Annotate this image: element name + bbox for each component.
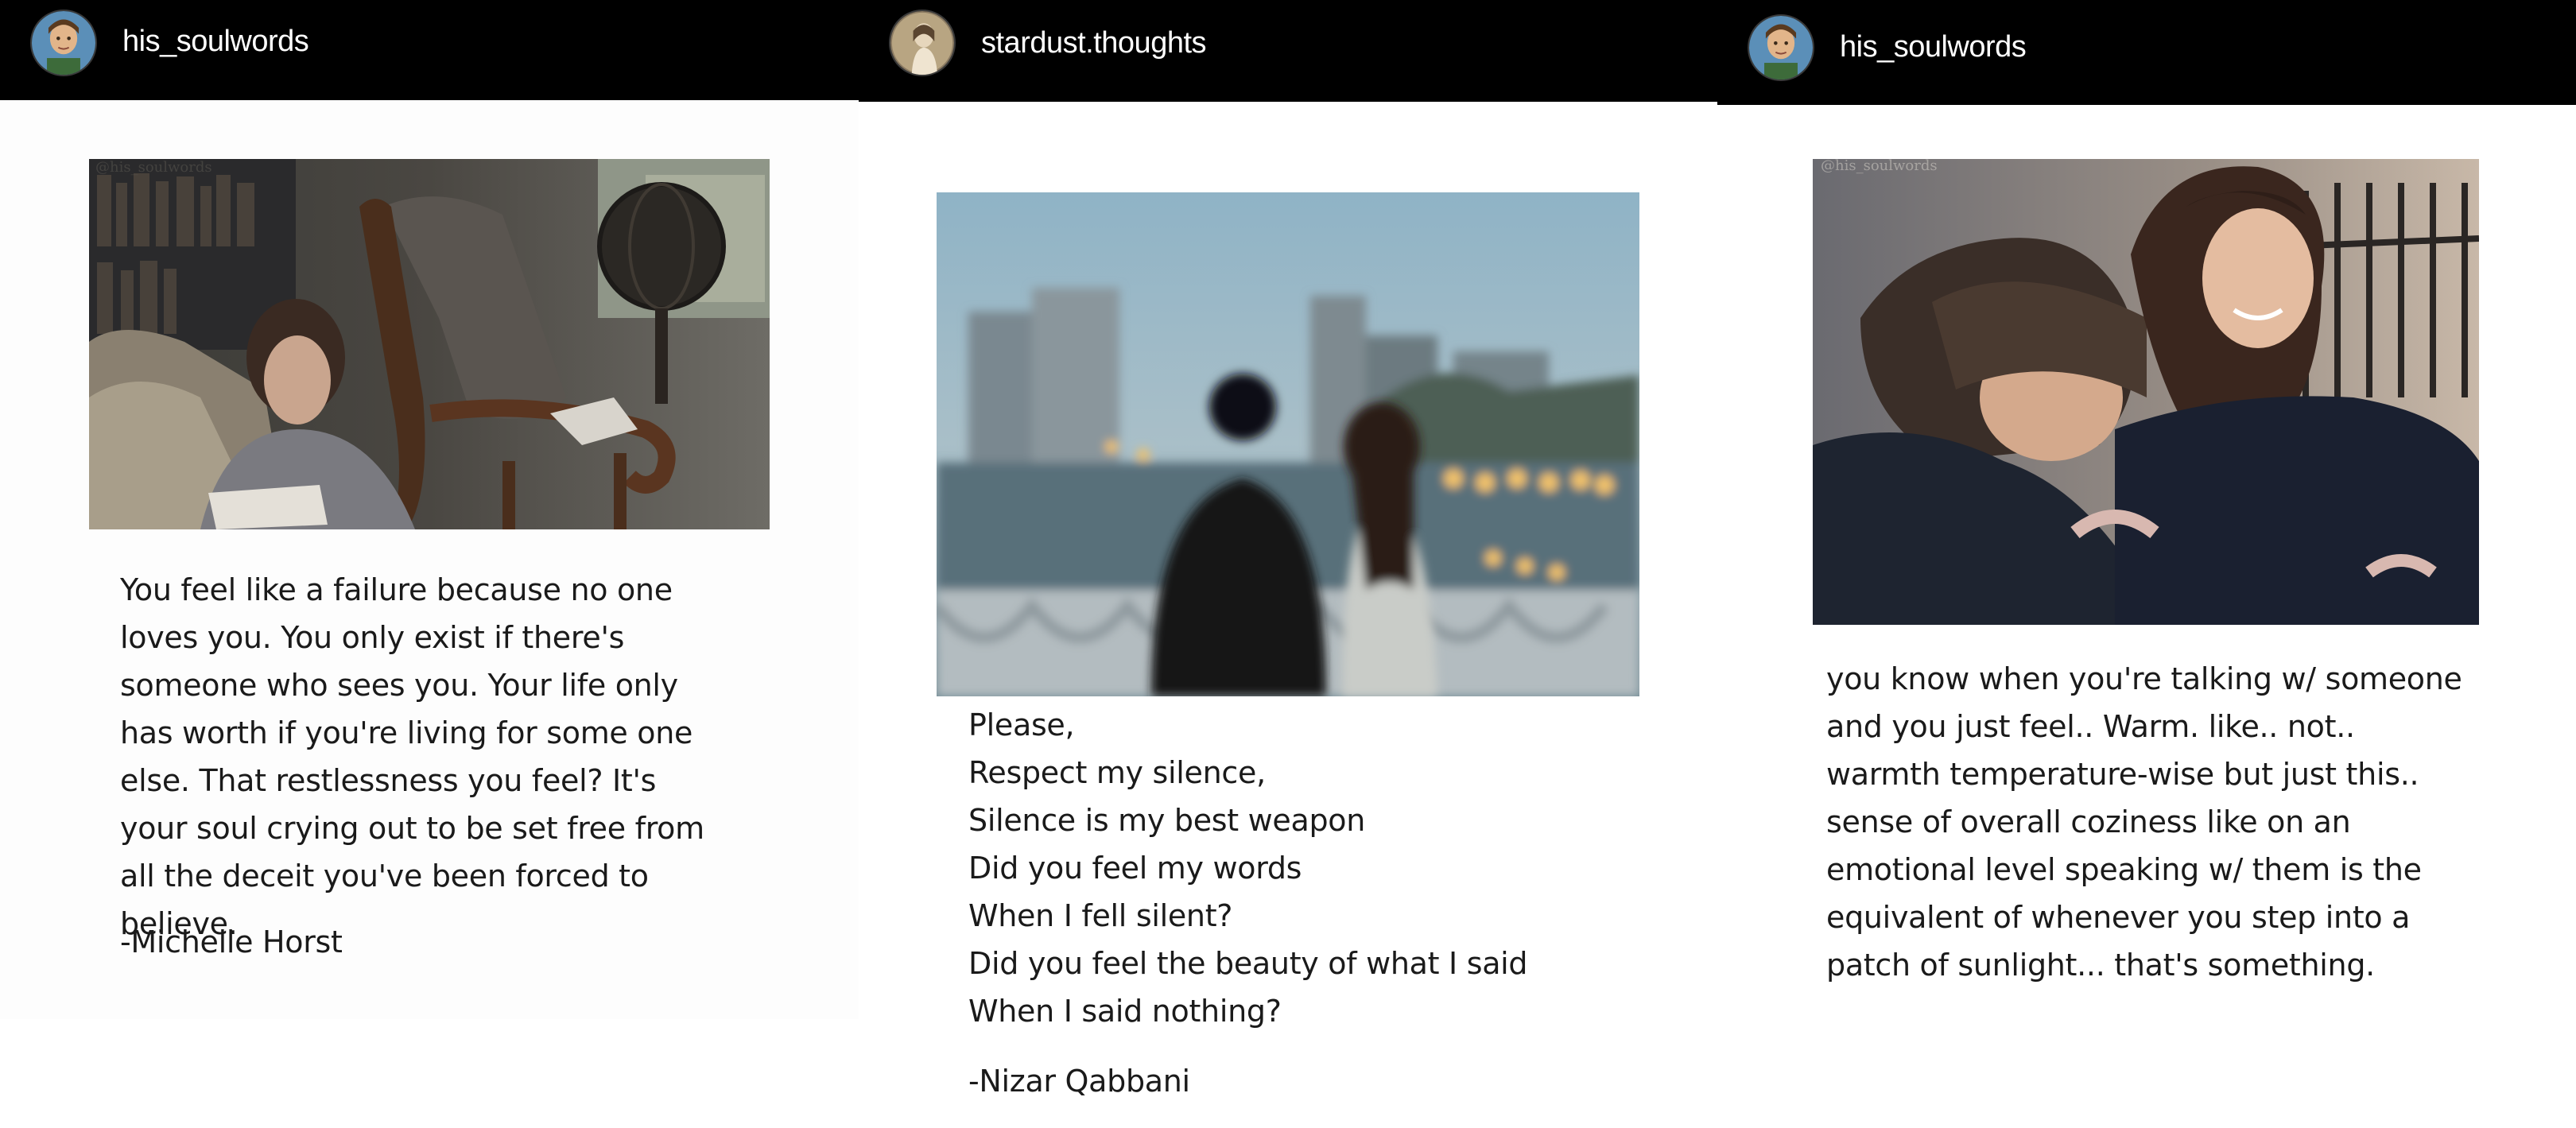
post-image: @his_soulwords [1813,159,2479,625]
poem-line: Did you feel the beauty of what I said [968,946,1528,981]
post-card-3: his_soulwords @his_soulwords you know wh… [1717,0,2576,1128]
avatar-icon [1749,16,1813,79]
poem-line: Did you feel my words [968,851,1302,886]
poem-line: Silence is my best weapon [968,803,1366,838]
avatar-icon [32,11,95,75]
post-header: stardust.thoughts [859,0,1717,102]
poem-line: Respect my silence, [968,755,1266,790]
poem-line: Please, [968,707,1075,742]
avatar[interactable] [30,10,97,76]
post-author: -Nizar Qabbani [968,1064,1190,1099]
post-image: @his_soulwords [89,159,770,529]
username-link[interactable]: his_soulwords [1840,30,2027,64]
avatar[interactable] [889,10,956,76]
post-header: his_soulwords [0,0,859,100]
username-link[interactable]: his_soulwords [122,25,309,59]
poem-line: When I fell silent? [968,898,1233,933]
post-card-2: stardust.thoughts Please, Respect my sil… [859,0,1717,1128]
post-quote: You feel like a failure because no one l… [120,572,704,941]
card-footer [0,1019,859,1128]
svg-text:@his_soulwords: @his_soulwords [95,159,212,176]
post-image [937,192,1639,696]
svg-text:@his_soulwords: @his_soulwords [1821,159,1938,174]
post-author: -Michelle Horst [120,924,343,959]
username-link[interactable]: stardust.thoughts [981,26,1207,60]
avatar[interactable] [1748,14,1814,81]
post-card-1: his_soulwords @his_soulwords You feel li… [0,0,859,1128]
poem: Please, Respect my silence, Silence is m… [968,701,1652,1035]
avatar-icon [890,11,954,75]
poem-line: When I said nothing? [968,994,1282,1029]
post-header: his_soulwords [1717,0,2576,105]
post-quote: you know when you're talking w/ someone … [1826,661,2462,983]
